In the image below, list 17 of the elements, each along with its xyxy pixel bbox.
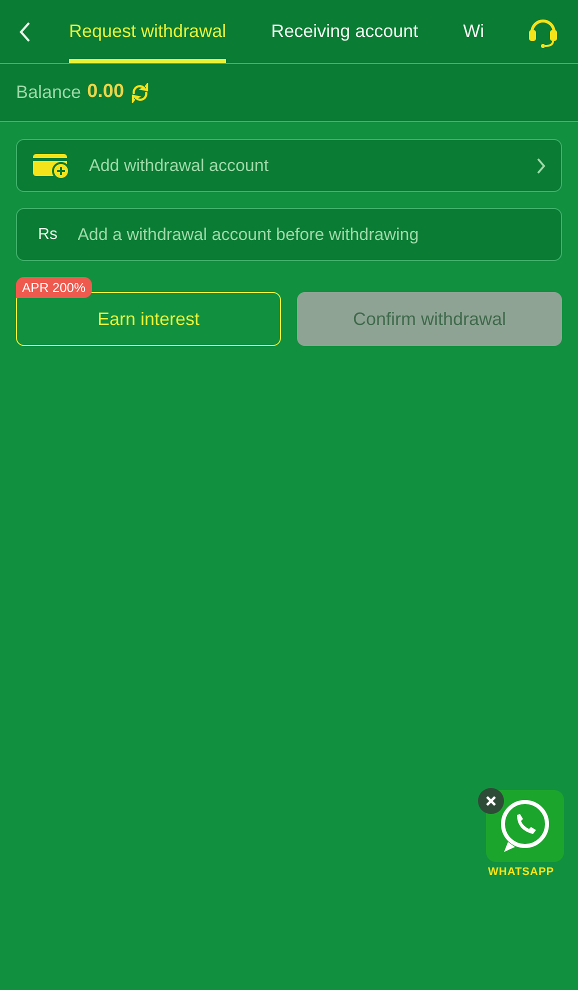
chevron-right-icon: [536, 156, 546, 174]
close-icon[interactable]: [478, 788, 504, 814]
whatsapp-widget[interactable]: WHATSAPP: [478, 788, 572, 880]
add-account-row[interactable]: Add withdrawal account: [16, 139, 562, 192]
tab[interactable]: Wi: [463, 0, 484, 63]
balance-amount: 0.00: [87, 80, 124, 104]
back-icon[interactable]: [18, 20, 32, 42]
whatsapp-label: WHATSAPP: [488, 865, 554, 880]
whatsapp-logo-icon: [486, 790, 564, 862]
balance-label: Balance: [16, 81, 82, 104]
refresh-icon[interactable]: [130, 82, 150, 102]
apr-badge: APR 200%: [16, 277, 92, 298]
wallet-add-icon: [32, 152, 70, 180]
currency-prefix: Rs: [38, 224, 58, 244]
amount-input[interactable]: Add a withdrawal account before withdrawing: [78, 222, 540, 248]
amount-field[interactable]: Rs Add a withdrawal account before withdrawing: [16, 208, 562, 261]
tab[interactable]: Receiving account: [271, 0, 418, 63]
